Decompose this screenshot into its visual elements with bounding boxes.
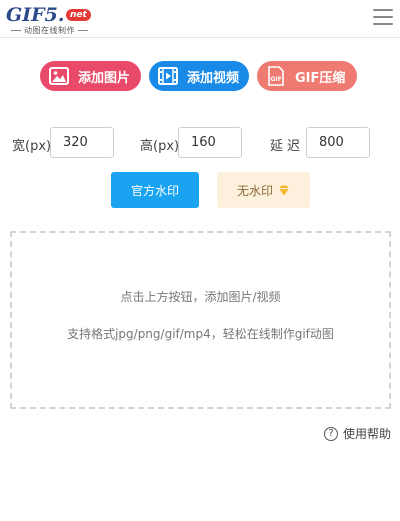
delay-label: 延迟 [270,139,305,154]
height-input[interactable] [178,127,242,158]
question-circle-icon: ? [323,426,338,441]
diamond-icon [278,185,290,196]
official-watermark-label: 官方水印 [130,183,179,198]
svg-text:GIF: GIF [271,76,282,83]
width-input[interactable] [50,127,114,158]
add-video-button[interactable]: 添加视频 [149,61,249,91]
logo-badge: net [66,9,91,21]
add-video-label: 添加视频 [187,70,240,86]
film-icon [158,67,178,85]
add-image-button[interactable]: 添加图片 [40,61,141,91]
gif-compress-button[interactable]: GIF GIF压缩 [257,61,357,91]
dropzone-formats: 支持格式jpg/png/gif/mp4，轻松在线制作gif动图 [67,327,334,341]
official-watermark-button[interactable]: 官方水印 [111,172,199,208]
logo-text: GIF5. [6,4,65,26]
add-image-label: 添加图片 [78,70,131,86]
gif-file-icon: GIF [266,66,286,86]
no-watermark-label: 无水印 [236,183,273,198]
hamburger-menu-icon[interactable] [373,9,393,26]
logo-subtitle: 动图在线制作 [8,25,91,36]
help-link[interactable]: ? 使用帮助 [323,425,391,442]
dropzone-hint: 点击上方按钮，添加图片/视频 [120,290,281,304]
gif-compress-label: GIF压缩 [295,70,346,86]
delay-input[interactable] [306,127,370,158]
image-icon [49,67,69,85]
width-label: 宽(px) [12,139,52,154]
top-header: GIF5. net 动图在线制作 [0,0,400,38]
upload-dropzone[interactable]: 点击上方按钮，添加图片/视频 支持格式jpg/png/gif/mp4，轻松在线制… [10,231,391,409]
site-logo[interactable]: GIF5. net 动图在线制作 [6,4,106,36]
height-label: 高(px) [140,139,180,154]
no-watermark-button[interactable]: 无水印 [217,172,310,208]
help-label: 使用帮助 [342,427,391,441]
